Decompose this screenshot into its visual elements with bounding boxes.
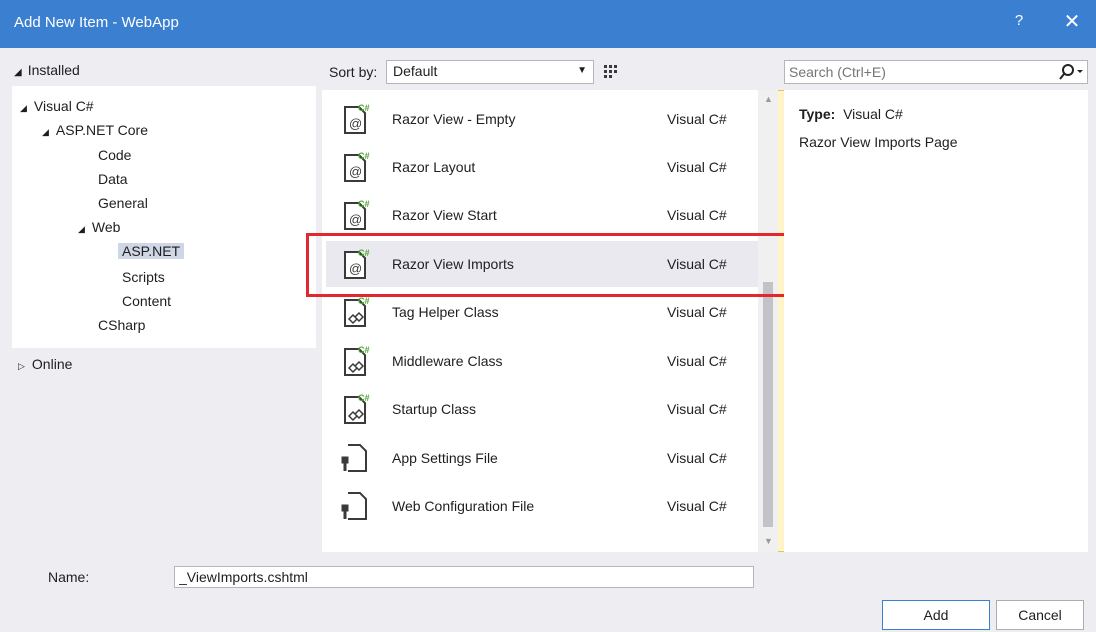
tree-item-label: ASP.NET Core [55, 122, 149, 138]
template-language: Visual C# [667, 353, 727, 369]
search-input[interactable] [789, 63, 1039, 81]
class-file-icon: C# [344, 393, 370, 424]
template-language: Visual C# [667, 401, 727, 417]
template-row-razor-view-start[interactable]: @ C# Razor View Start Visual C# [326, 192, 758, 238]
add-button[interactable]: Add [882, 600, 990, 630]
close-button[interactable]: ✕ [1060, 9, 1084, 34]
template-language: Visual C# [667, 207, 727, 223]
tree-item-csharp[interactable]: CSharp [98, 317, 145, 333]
svg-text:C#: C# [358, 296, 370, 306]
title-bar: Add New Item - WebApp ? ✕ [0, 0, 1096, 48]
installed-label: Installed [27, 62, 80, 78]
search-box[interactable] [784, 60, 1088, 84]
type-label: Type: [799, 106, 836, 122]
grid-view-button[interactable] [599, 60, 623, 84]
tree-item-scripts[interactable]: Scripts [122, 269, 165, 285]
name-field[interactable] [174, 566, 754, 588]
type-value: Visual C# [843, 106, 903, 122]
details-pane: Type: Visual C# Razor View Imports Page [784, 90, 1088, 552]
window-title: Add New Item - WebApp [14, 14, 179, 31]
config-file-icon [341, 444, 367, 472]
collapse-triangle-icon: ◢ [14, 67, 22, 78]
razor-page-icon: @ C# [344, 151, 370, 182]
tree-item-data[interactable]: Data [98, 171, 128, 187]
svg-text:C#: C# [358, 103, 370, 113]
template-list: @ C# Razor View - Empty Visual C# @ C# R… [322, 90, 778, 552]
template-name: Razor View Start [392, 207, 497, 223]
template-name: Razor Layout [392, 159, 476, 175]
expanded-triangle-icon: ◢ [78, 224, 85, 234]
svg-text:@: @ [349, 116, 362, 131]
sort-by-dropdown[interactable]: Default ▼ [386, 60, 594, 84]
installed-header[interactable]: ◢ Installed [14, 62, 80, 78]
collapsed-triangle-icon: ▷ [18, 361, 25, 371]
scrollbar-thumb[interactable] [763, 282, 773, 527]
tree-item-online[interactable]: ▷ Online [18, 356, 72, 372]
template-name: Web Configuration File [392, 498, 535, 514]
tree-item-visual-csharp[interactable]: ◢ Visual C# [20, 98, 94, 114]
help-button[interactable]: ? [1009, 12, 1029, 29]
template-language: Visual C# [667, 111, 727, 127]
razor-page-icon: @ C# [344, 103, 370, 134]
tree-item-code[interactable]: Code [98, 147, 131, 163]
tree-item-general[interactable]: General [98, 195, 148, 211]
expanded-triangle-icon: ◢ [20, 103, 27, 113]
template-language: Visual C# [667, 498, 727, 514]
template-language: Visual C# [667, 159, 727, 175]
template-language: Visual C# [667, 304, 727, 320]
config-file-icon [341, 492, 367, 520]
annotation-highlight-box [306, 233, 790, 297]
svg-text:C#: C# [358, 199, 370, 209]
dropdown-arrow-icon: ▼ [577, 65, 587, 76]
online-label: Online [31, 356, 73, 372]
template-row-app-settings-file[interactable]: App Settings File Visual C# [326, 435, 758, 481]
template-row-startup-class[interactable]: C# Startup Class Visual C# [326, 386, 758, 432]
tree-item-aspnet[interactable]: ASP.NET [118, 243, 185, 259]
template-row-razor-view-empty[interactable]: @ C# Razor View - Empty Visual C# [326, 96, 758, 142]
template-name: Razor View - Empty [392, 111, 516, 127]
template-name: Tag Helper Class [392, 304, 499, 320]
svg-text:@: @ [349, 164, 362, 179]
template-name: App Settings File [392, 450, 498, 466]
tree-item-content[interactable]: Content [122, 293, 171, 309]
svg-text:C#: C# [358, 393, 370, 403]
template-row-middleware-class[interactable]: C# Middleware Class Visual C# [326, 338, 758, 384]
scroll-up-arrow-icon[interactable]: ▲ [764, 94, 773, 104]
sort-value: Default [393, 63, 438, 79]
class-file-icon: C# [344, 296, 370, 327]
search-icon[interactable] [1059, 63, 1085, 81]
svg-text:@: @ [349, 212, 362, 227]
svg-text:C#: C# [358, 345, 370, 355]
tree-item-aspnet-core[interactable]: ◢ ASP.NET Core [42, 122, 148, 138]
tree-item-label: Visual C# [33, 98, 94, 114]
category-tree: ◢ Visual C# ◢ ASP.NET Core Code Data Gener… [12, 86, 316, 348]
cancel-button[interactable]: Cancel [996, 600, 1084, 630]
template-row-web-configuration-file[interactable]: Web Configuration File Visual C# [326, 483, 758, 529]
tree-item-web[interactable]: ◢ Web [78, 219, 120, 235]
tree-item-label: Web [91, 219, 121, 235]
template-description: Razor View Imports Page [799, 134, 958, 150]
template-name: Middleware Class [392, 353, 503, 369]
template-row-razor-layout[interactable]: @ C# Razor Layout Visual C# [326, 144, 758, 190]
expanded-triangle-icon: ◢ [42, 127, 49, 137]
template-language: Visual C# [667, 450, 727, 466]
template-name: Startup Class [392, 401, 477, 417]
scroll-down-arrow-icon[interactable]: ▼ [764, 536, 773, 546]
name-label: Name: [48, 569, 90, 585]
sort-by-label: Sort by: [329, 64, 378, 80]
class-file-icon: C# [344, 345, 370, 376]
type-line: Type: Visual C# [799, 106, 903, 122]
razor-page-icon: @ C# [344, 199, 370, 230]
template-list-scrollbar[interactable]: ▲ ▼ [758, 90, 778, 552]
grid-view-icon [604, 65, 617, 78]
svg-text:C#: C# [358, 151, 370, 161]
